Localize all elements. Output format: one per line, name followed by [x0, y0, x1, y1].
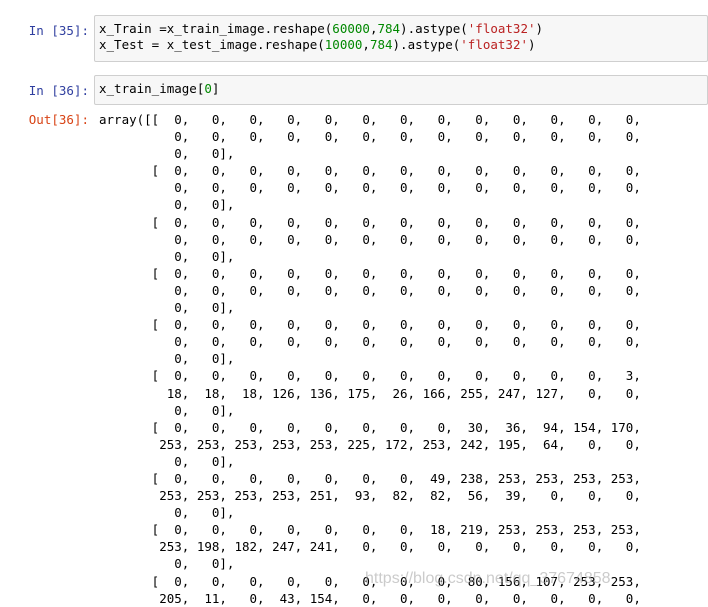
output-line: [ 0, 0, 0, 0, 0, 0, 0, 18, 219, 253, 253…: [99, 522, 641, 538]
output-line: [ 0, 0, 0, 0, 0, 0, 0, 0, 0, 0, 0, 0, 0,: [99, 265, 641, 281]
code-token: 0: [204, 81, 212, 96]
code-token: ).astype(: [400, 21, 468, 36]
output-line: 0, 0],: [99, 505, 235, 521]
code-cell-36[interactable]: In [36]: x_train_image[0]: [0, 75, 708, 105]
output-line: 0, 0, 0, 0, 0, 0, 0, 0, 0, 0, 0, 0, 0,: [99, 129, 641, 145]
output-line: 0, 0],: [99, 197, 235, 213]
output-line: 0, 0, 0, 0, 0, 0, 0, 0, 0, 0, 0, 0, 0,: [99, 334, 641, 350]
output-line: 0, 0],: [99, 402, 235, 418]
code-input-area[interactable]: x_train_image[0]: [94, 75, 708, 105]
output-line: [ 0, 0, 0, 0, 0, 0, 0, 0, 0, 0, 0, 0, 0,: [99, 163, 641, 179]
output-line: 0, 0, 0, 0, 0, 0, 0, 0, 0, 0, 0, 0, 0,: [99, 282, 641, 298]
output-line: 253, 253, 253, 253, 253, 225, 172, 253, …: [99, 436, 641, 452]
code-token: 'float32': [460, 37, 528, 52]
output-text: array([[ 0, 0, 0, 0, 0, 0, 0, 0, 0, 0, 0…: [99, 111, 708, 607]
output-line: 253, 253, 253, 253, 251, 93, 82, 82, 56,…: [99, 488, 641, 504]
output-line: 0, 0],: [99, 248, 235, 264]
input-prompt: In [36]:: [28, 83, 89, 98]
output-prompt: Out[36]:: [28, 112, 89, 127]
code-token: 10000: [324, 37, 363, 52]
code-line: x_Test = x_test_image.reshape(10000,784)…: [99, 37, 703, 53]
code-cell-35[interactable]: In [35]: x_Train =x_train_image.reshape(…: [0, 15, 708, 65]
output-line: [ 0, 0, 0, 0, 0, 0, 0, 49, 238, 253, 253…: [99, 470, 641, 486]
code-token: x_Train =x_train_image.reshape(: [99, 21, 333, 36]
code-token: 784: [377, 21, 401, 36]
input-prompt: In [35]:: [28, 23, 89, 38]
output-line: 0, 0],: [99, 351, 235, 367]
output-line: 253, 198, 182, 247, 241, 0, 0, 0, 0, 0, …: [99, 539, 641, 555]
output-line: 18, 18, 18, 126, 136, 175, 26, 166, 255,…: [99, 385, 641, 401]
code-token: ]: [211, 81, 220, 96]
output-line: 0, 0],: [99, 300, 235, 316]
code-token: x_train_image[: [99, 81, 205, 96]
code-line: x_train_image[0]: [99, 81, 703, 97]
output-line: 0, 0],: [99, 453, 235, 469]
code-token: ): [528, 37, 536, 52]
output-line: 0, 0, 0, 0, 0, 0, 0, 0, 0, 0, 0, 0, 0,: [99, 180, 641, 196]
output-line: [ 0, 0, 0, 0, 0, 0, 0, 0, 0, 0, 0, 0, 0,: [99, 214, 641, 230]
watermark-text: https://blog.csdn.net/qq_37674858: [365, 570, 611, 587]
output-line: [ 0, 0, 0, 0, 0, 0, 0, 0, 0, 0, 0, 0, 0,: [99, 317, 641, 333]
code-input-area[interactable]: x_Train =x_train_image.reshape(60000,784…: [94, 15, 708, 62]
code-token: 784: [369, 37, 393, 52]
code-token: x_Test = x_test_image.reshape(: [99, 37, 325, 52]
output-line: [ 0, 0, 0, 0, 0, 0, 0, 0, 0, 0, 0, 0, 3,: [99, 368, 641, 384]
output-line: 0, 0],: [99, 146, 235, 162]
code-token: ).astype(: [392, 37, 461, 52]
output-line: [ 0, 0, 0, 0, 0, 0, 0, 0, 30, 36, 94, 15…: [99, 419, 641, 435]
output-line: array([[ 0, 0, 0, 0, 0, 0, 0, 0, 0, 0, 0…: [99, 112, 641, 127]
code-token: 'float32': [467, 21, 536, 36]
code-line: x_Train =x_train_image.reshape(60000,784…: [99, 21, 703, 37]
code-token: 60000: [332, 21, 370, 36]
output-line: 205, 11, 0, 43, 154, 0, 0, 0, 0, 0, 0, 0…: [99, 590, 641, 606]
code-token: ): [535, 21, 544, 36]
output-line: 0, 0, 0, 0, 0, 0, 0, 0, 0, 0, 0, 0, 0,: [99, 231, 641, 247]
code-token: ,: [362, 37, 370, 52]
output-cell-36: Out[36]: array([[ 0, 0, 0, 0, 0, 0, 0, 0…: [0, 111, 708, 606]
